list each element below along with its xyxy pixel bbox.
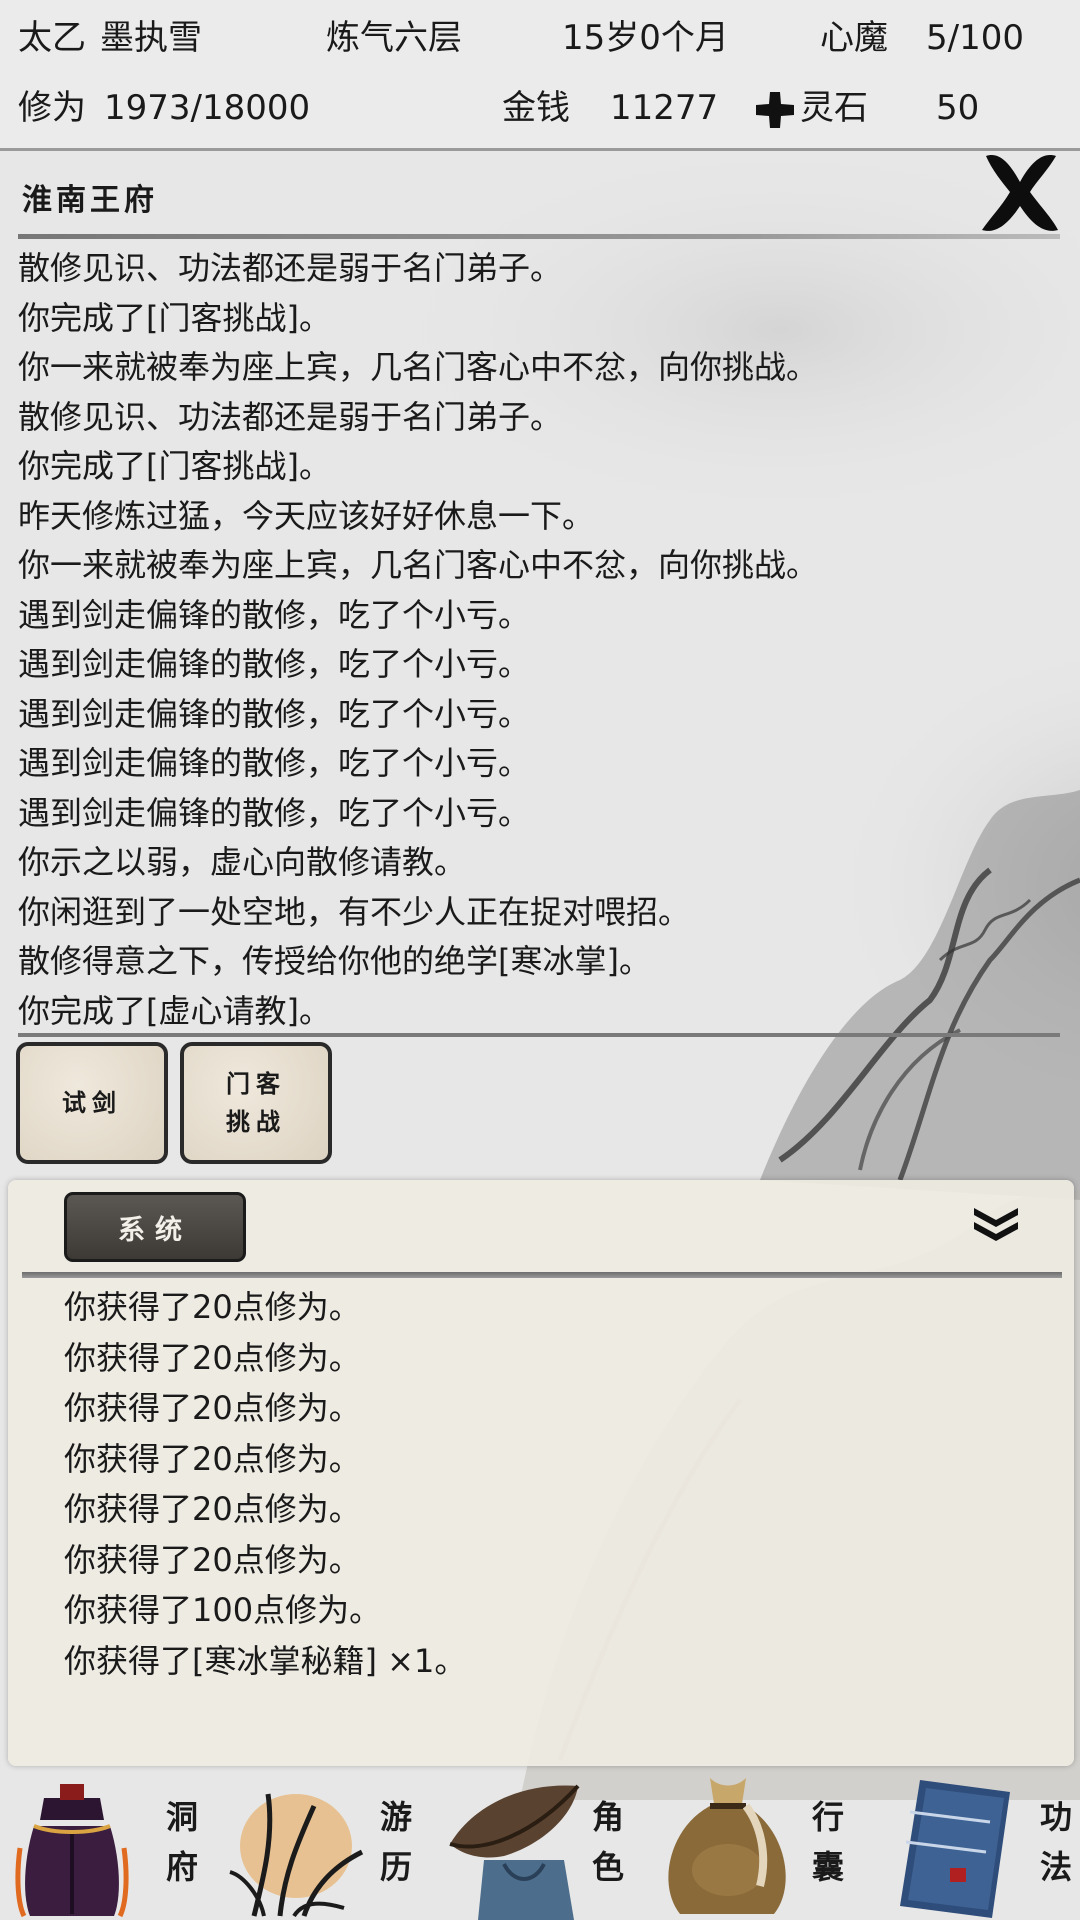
skills-book-icon: [900, 1780, 1010, 1918]
event-log-line: 遇到剑走偏锋的散修，吃了个小亏。: [18, 694, 531, 733]
nav-cave-char-1: 洞: [165, 1798, 198, 1836]
event-log-line: 散修见识、功法都还是弱于名门弟子。: [18, 249, 563, 287]
retainer-challenge-label-line2: 挑战: [226, 1107, 286, 1136]
system-message-list: 你获得了20点修为。 你获得了20点修为。 你获得了20点修为。 你获得了20点修为。…: [64, 1282, 1044, 1686]
event-log-line: 遇到剑走偏锋的散修，吃了个小亏。: [18, 645, 531, 683]
event-log-line: 你示之以弱，虚心向散修请教。: [18, 843, 467, 881]
nav-travel[interactable]: 游 历: [210, 1768, 430, 1920]
nav-travel-label: 游 历: [376, 1792, 416, 1892]
nav-skills[interactable]: 功 法: [860, 1768, 1080, 1920]
event-log-line: 遇到剑走偏锋的散修，吃了个小亏。: [18, 744, 531, 782]
bag-pouch-icon: [668, 1778, 786, 1914]
player-name: 墨执雪: [100, 18, 202, 58]
cultivation-value: 1973/18000: [104, 88, 311, 128]
nav-cave-char-2: 府: [165, 1848, 198, 1886]
nav-travel-char-1: 游: [379, 1798, 412, 1836]
collapse-chevron-icon[interactable]: [966, 1200, 1026, 1246]
spirit-stone-value: 50: [936, 88, 980, 128]
event-log: 散修见识、功法都还是弱于名门弟子。 你完成了[门客挑战]。你一来就被奉为座上宾，几…: [18, 244, 1058, 1036]
player-age: 15岁0个月: [562, 18, 729, 58]
nav-bag[interactable]: 行 囊: [650, 1768, 860, 1920]
retainer-challenge-button[interactable]: 门客 挑战: [180, 1042, 332, 1164]
event-log-line: 你完成了[门客挑战]。: [18, 298, 331, 337]
event-log-divider: [18, 1033, 1060, 1037]
nav-cave[interactable]: 洞 府: [0, 1768, 210, 1920]
money-label: 金钱: [502, 88, 570, 128]
event-log-line: 散修见识、功法都还是弱于名门弟子。: [18, 397, 563, 436]
nav-skills-char-2: 法: [1039, 1848, 1072, 1886]
location-title: 淮南王府: [22, 183, 158, 218]
nav-skills-char-1: 功: [1039, 1798, 1072, 1836]
event-log-line: 昨天修炼过猛，今天应该好好休息一下。: [18, 496, 595, 535]
event-log-line: 你完成了[门客挑战]。: [18, 447, 331, 485]
character-straw-hat-icon: [449, 1784, 580, 1920]
nav-bag-label: 行 囊: [808, 1792, 848, 1892]
event-log-line: 遇到剑走偏锋的散修，吃了个小亏。: [18, 793, 531, 832]
event-log-line: 你一来就被奉为座上宾，几名门客心中不忿，向你挑战。: [18, 348, 819, 386]
system-message: 你获得了20点修为。: [64, 1338, 361, 1377]
system-message: 你获得了[寒冰掌秘籍] ×1。: [64, 1641, 467, 1680]
nav-skills-label: 功 法: [1036, 1792, 1076, 1892]
cave-robe-icon: [15, 1784, 129, 1918]
player-stats-bar: 太乙 墨执雪 炼气六层 15岁0个月 心魔 5/100 修为 1973/1800…: [0, 0, 1080, 151]
spirit-stone-icon: [756, 92, 794, 128]
tab-system-label: 系统: [118, 1214, 192, 1246]
event-log-line: 你一来就被奉为座上宾，几名门客心中不忿，向你挑战。: [18, 546, 819, 584]
system-message-panel: 系统 你获得了20点修为。 你获得了20点修为。 你获得了20点修为。 你获得了20点…: [8, 1180, 1074, 1766]
system-message: 你获得了20点修为。: [64, 1389, 361, 1427]
nav-character-label: 角 色: [588, 1792, 628, 1892]
system-message: 你获得了100点修为。: [64, 1591, 382, 1629]
trial-sword-label: 试剑: [62, 1088, 122, 1117]
nav-bag-char-2: 囊: [811, 1848, 844, 1886]
nav-character-char-1: 角: [591, 1798, 624, 1836]
heart-demon-label: 心魔: [820, 18, 888, 58]
panel-divider: [22, 1272, 1062, 1278]
close-icon[interactable]: [978, 146, 1062, 238]
nav-cave-label: 洞 府: [162, 1792, 202, 1892]
trial-sword-button[interactable]: 试剑: [16, 1042, 168, 1164]
event-log-line: 你完成了[虚心请教]。: [18, 991, 331, 1030]
nav-character[interactable]: 角 色: [430, 1768, 650, 1920]
system-message: 你获得了20点修为。: [64, 1439, 361, 1478]
nav-travel-char-2: 历: [379, 1848, 412, 1886]
header-divider: [18, 234, 1060, 239]
money-value: 11277: [610, 88, 719, 128]
retainer-challenge-label: 门客 挑战: [226, 1065, 286, 1141]
nav-bag-char-1: 行: [811, 1798, 844, 1836]
tab-system[interactable]: 系统: [64, 1192, 246, 1262]
event-log-line: 散修得意之下，传授给你他的绝学[寒冰掌]。: [18, 942, 651, 980]
cultivation-realm: 炼气六层: [326, 18, 462, 58]
heart-demon-value: 5/100: [926, 18, 1024, 58]
cultivation-label: 修为: [18, 88, 86, 128]
location-header: 淮南王府: [0, 151, 1080, 241]
retainer-challenge-label-line1: 门客: [226, 1069, 286, 1098]
travel-reed-icon: [229, 1793, 364, 1918]
event-log-line: 你闲逛到了一处空地，有不少人正在捉对喂招。: [18, 892, 691, 931]
system-message: 你获得了20点修为。: [64, 1490, 361, 1528]
sect-name: 太乙: [18, 18, 86, 58]
event-log-line: 遇到剑走偏锋的散修，吃了个小亏。: [18, 595, 531, 634]
system-message: 你获得了20点修为。: [64, 1288, 361, 1326]
spirit-stone-label: 灵石: [800, 88, 868, 128]
system-message: 你获得了20点修为。: [64, 1540, 361, 1579]
bottom-nav: 洞 府 游 历 角 色 行 囊 功 法: [0, 1768, 1080, 1920]
nav-character-char-2: 色: [591, 1848, 624, 1886]
